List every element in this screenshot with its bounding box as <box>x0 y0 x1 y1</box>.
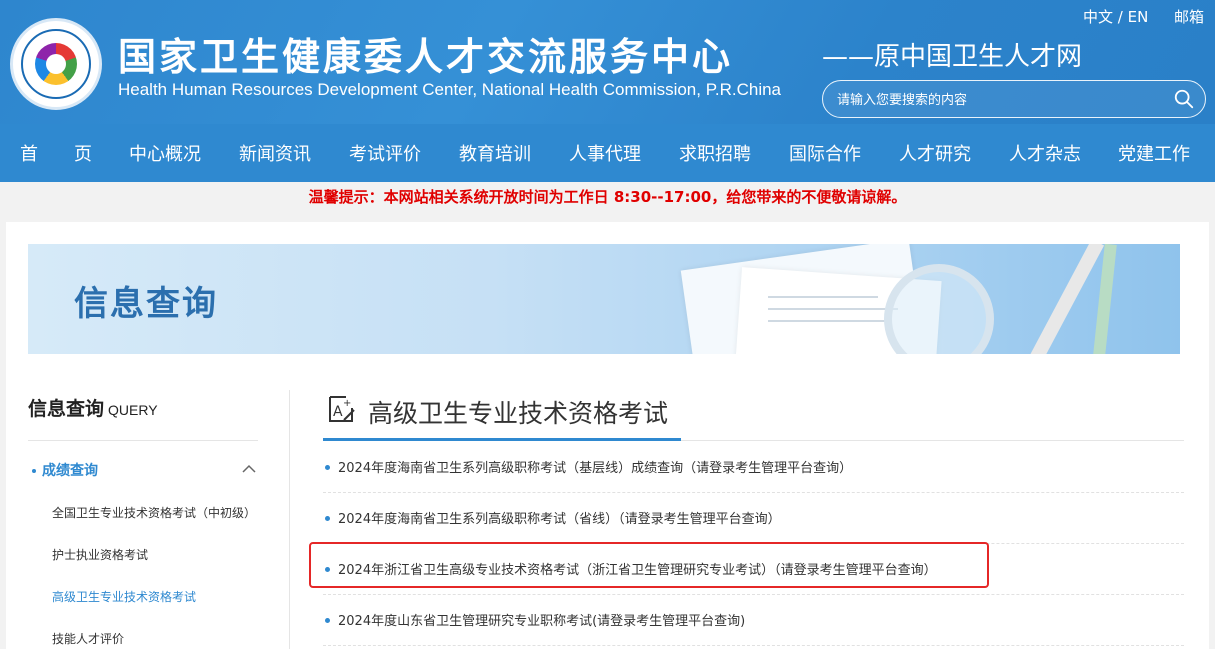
sidebar-item-nurse-exam[interactable]: 护士执业资格考试 <box>52 546 148 563</box>
section-title-underline <box>323 438 681 441</box>
list-item: 2024年度山东省卫生管理研究专业职称考试(请登录考生管理平台查询) <box>323 595 1184 646</box>
nav-item-party[interactable]: 党建工作 <box>1118 140 1190 166</box>
edit-document-icon: A + <box>329 396 355 422</box>
sidebar-group-label: 成绩查询 <box>42 463 98 479</box>
emblem-logo-icon[interactable] <box>10 18 102 110</box>
nav-item-jobs[interactable]: 求职招聘 <box>679 140 751 166</box>
search-box <box>822 80 1206 118</box>
list-item: 2024年度海南省卫生系列高级职称考试（基层线）成绩查询（请登录考生管理平台查询… <box>323 442 1184 493</box>
language-switch: 中文 / EN <box>1083 6 1148 27</box>
list-item-link[interactable]: 2024年度海南省卫生系列高级职称考试（基层线）成绩查询（请登录考生管理平台查询… <box>338 457 852 476</box>
search-input[interactable] <box>837 89 1157 111</box>
sidebar-divider <box>28 440 258 441</box>
main-nav: 首 页 中心概况 新闻资讯 考试评价 教育培训 人事代理 求职招聘 国际合作 人… <box>0 130 1215 174</box>
page-banner: 信息查询 <box>28 244 1180 354</box>
bullet-icon <box>32 469 36 473</box>
site-slogan: ——原中国卫生人才网 <box>822 42 1083 72</box>
pen-illustration <box>1025 244 1105 354</box>
highlight-box <box>309 542 989 588</box>
nav-item-news[interactable]: 新闻资讯 <box>239 140 311 166</box>
notice-banner: 温馨提示：本网站相关系统开放时间为工作日 8:30--17:00，给您带来的不便… <box>308 188 907 206</box>
nav-item-training[interactable]: 教育培训 <box>459 140 531 166</box>
svg-text:+: + <box>343 398 351 409</box>
svg-text:A: A <box>333 404 343 420</box>
column-divider <box>289 390 290 649</box>
mail-link[interactable]: 邮箱 <box>1174 6 1204 27</box>
bullet-icon <box>325 618 330 623</box>
sidebar-item-national-exam[interactable]: 全国卫生专业技术资格考试（中初级） <box>52 504 256 521</box>
logo-center <box>46 54 66 74</box>
nav-item-home[interactable]: 首 页 <box>20 140 92 166</box>
nav-item-magazine[interactable]: 人才杂志 <box>1009 140 1081 166</box>
lang-en-link[interactable]: EN <box>1128 8 1149 26</box>
banner-title: 信息查询 <box>74 284 218 324</box>
bullet-icon <box>325 465 330 470</box>
nav-item-international[interactable]: 国际合作 <box>789 140 861 166</box>
site-header: 国家卫生健康委人才交流服务中心 Health Human Resources D… <box>0 0 1215 182</box>
search-icon[interactable] <box>1173 88 1195 110</box>
list-item-link[interactable]: 2024年度海南省卫生系列高级职称考试（省线）（请登录考生管理平台查询） <box>338 508 781 527</box>
sidebar-title-zh: 信息查询 <box>28 398 105 420</box>
sidebar-item-senior-exam[interactable]: 高级卫生专业技术资格考试 <box>52 588 196 605</box>
nav-item-about[interactable]: 中心概况 <box>129 140 201 166</box>
bullet-icon <box>325 516 330 521</box>
sidebar-group-scores[interactable]: 成绩查询 <box>32 460 98 480</box>
content-container: 信息查询 信息查询 QUERY 成绩查询 全国卫生专业技术资格考试（中初级） 护士… <box>6 222 1209 649</box>
lang-separator: / <box>1113 8 1128 26</box>
site-title[interactable]: 国家卫生健康委人才交流服务中心 <box>118 26 733 81</box>
list-item: 2024年度海南省卫生系列高级职称考试（省线）（请登录考生管理平台查询） <box>323 493 1184 544</box>
lang-zh-link[interactable]: 中文 <box>1083 8 1113 26</box>
section-title: 高级卫生专业技术资格考试 <box>368 399 669 428</box>
nav-item-personnel[interactable]: 人事代理 <box>569 140 641 166</box>
sidebar-item-skill-evaluation[interactable]: 技能人才评价 <box>52 630 124 647</box>
site-subtitle: Health Human Resources Development Cente… <box>118 80 781 99</box>
chevron-up-icon[interactable] <box>242 464 256 473</box>
nav-item-exams[interactable]: 考试评价 <box>349 140 421 166</box>
sidebar-title-en: QUERY <box>108 402 158 418</box>
banner-text-line <box>768 308 898 310</box>
list-item-link[interactable]: 2024年度山东省卫生管理研究专业职称考试(请登录考生管理平台查询) <box>338 610 745 629</box>
nav-item-research[interactable]: 人才研究 <box>899 140 971 166</box>
banner-text-line <box>768 296 878 298</box>
banner-text-line <box>768 320 888 322</box>
sidebar-title: 信息查询 QUERY <box>28 394 158 421</box>
